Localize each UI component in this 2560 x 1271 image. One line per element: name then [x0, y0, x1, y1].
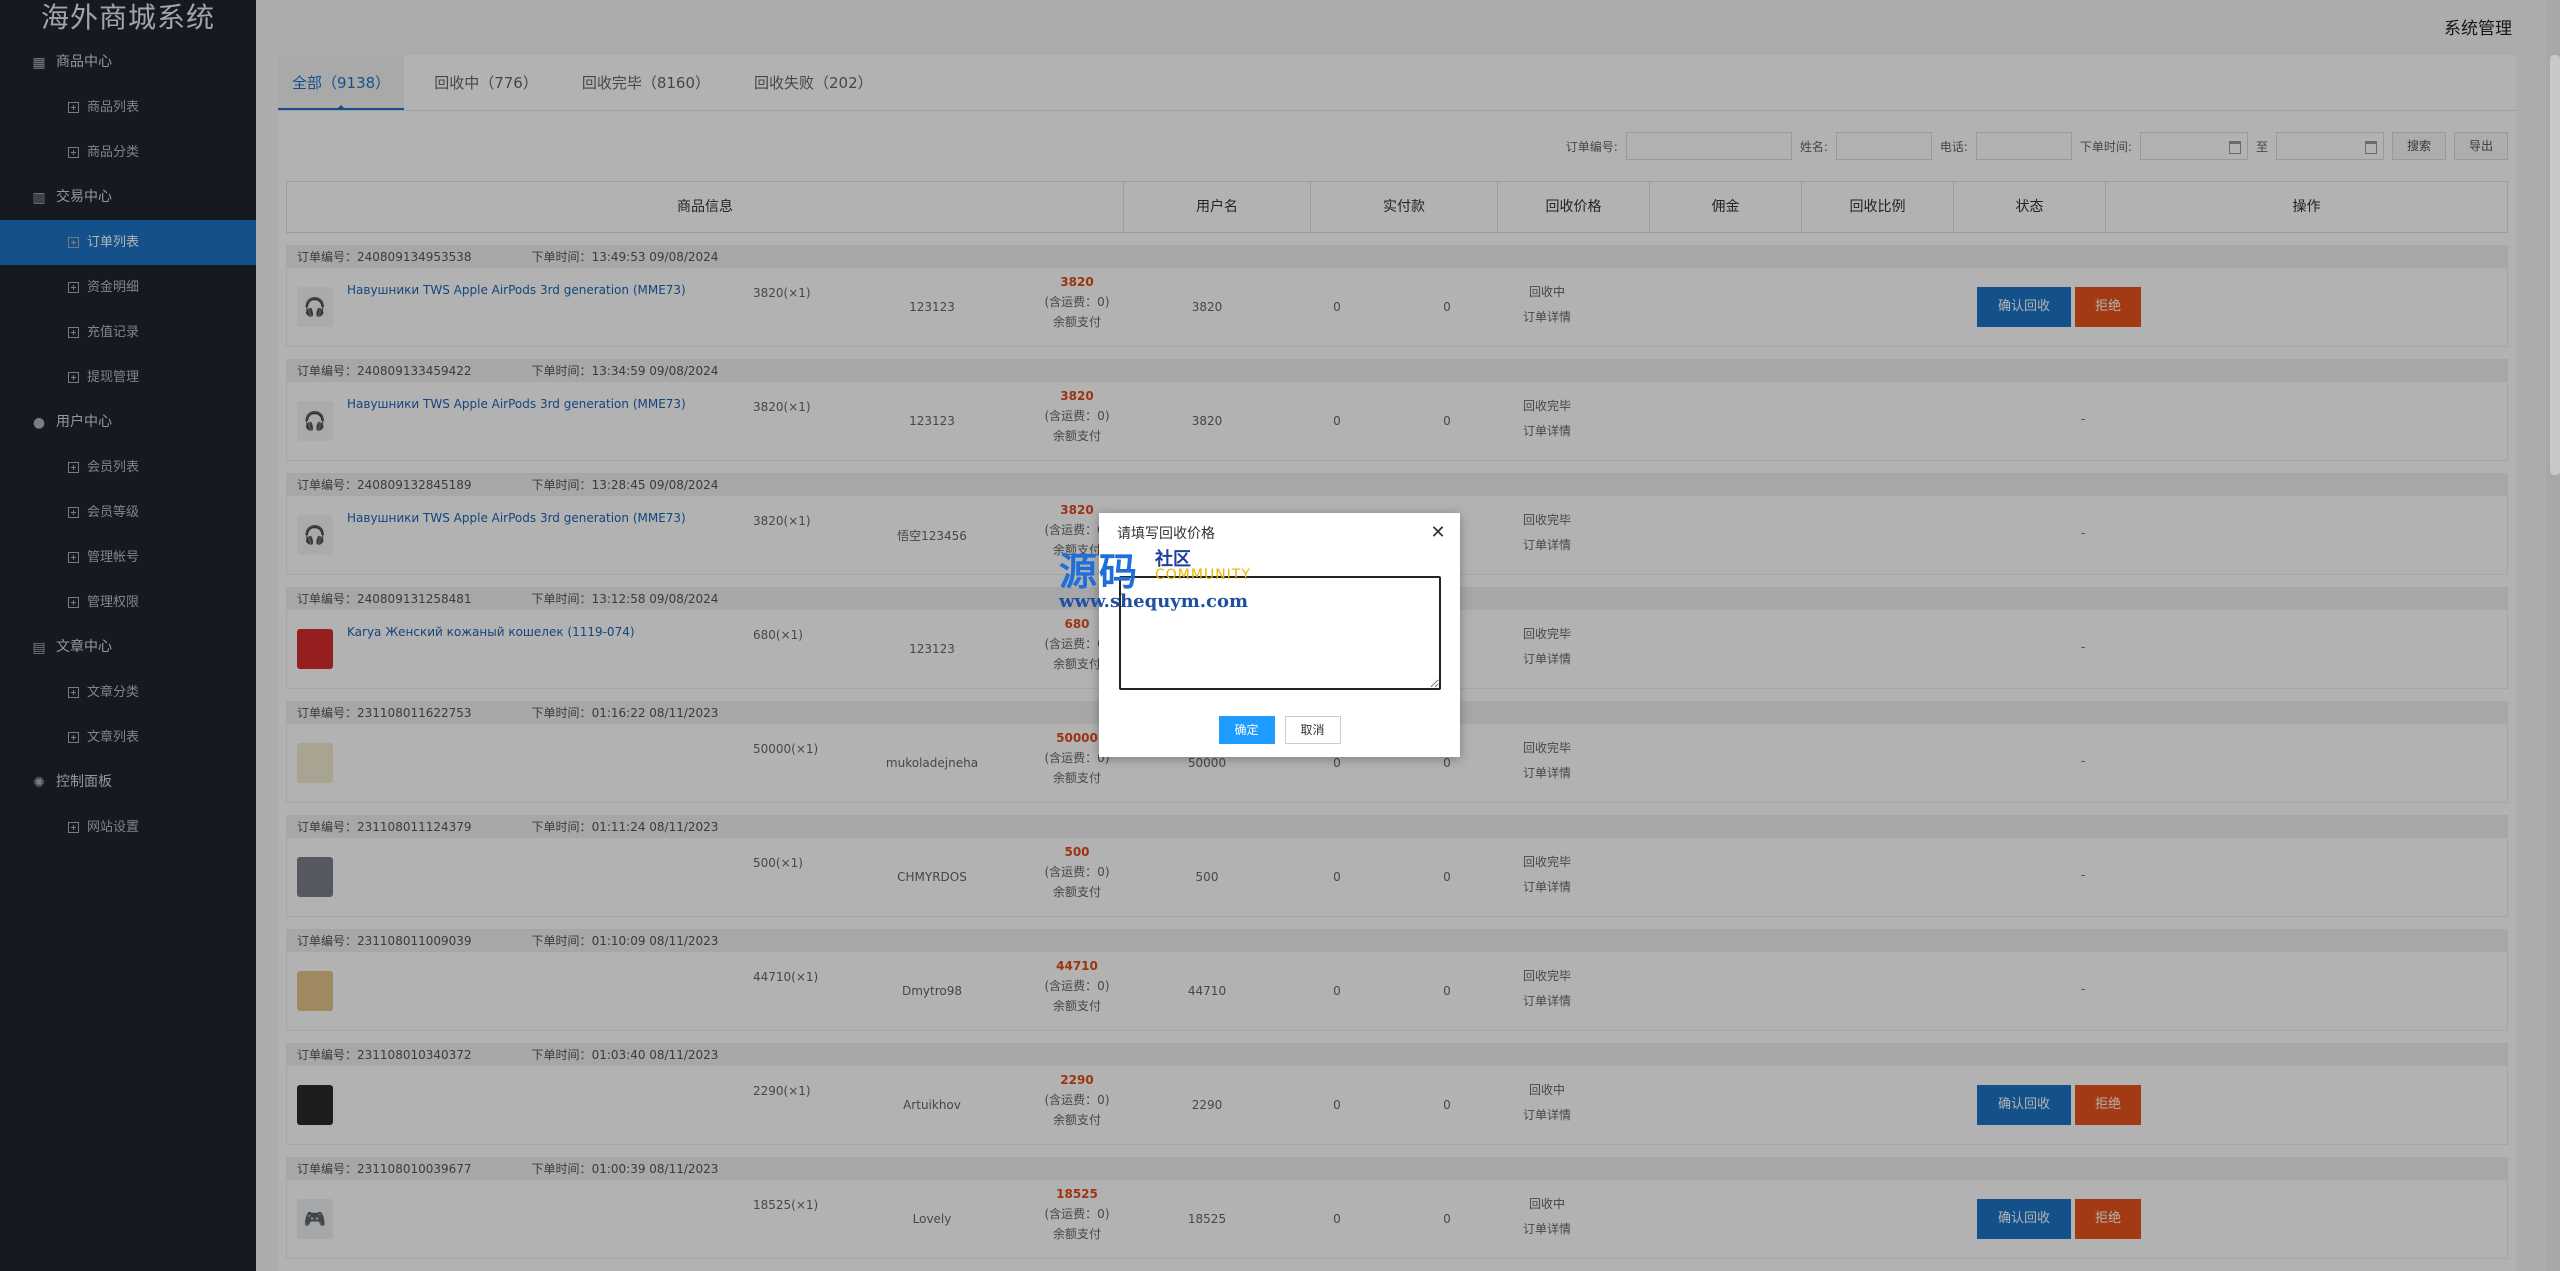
cancel-button[interactable]: 取消	[1284, 716, 1341, 744]
recycle-price-textarea[interactable]	[1119, 576, 1441, 690]
scrollbar-thumb[interactable]	[2550, 55, 2560, 475]
dialog-title: 请填写回收价格	[1117, 526, 1215, 542]
confirm-button[interactable]: 确定	[1218, 716, 1275, 744]
close-icon[interactable]: ✕	[1430, 524, 1446, 542]
dialog-buttons: 确定 取消	[1099, 716, 1460, 744]
recycle-price-dialog: 请填写回收价格 ✕ 源码 社区 COMMUNITY www.shequym.co…	[1059, 513, 1460, 757]
